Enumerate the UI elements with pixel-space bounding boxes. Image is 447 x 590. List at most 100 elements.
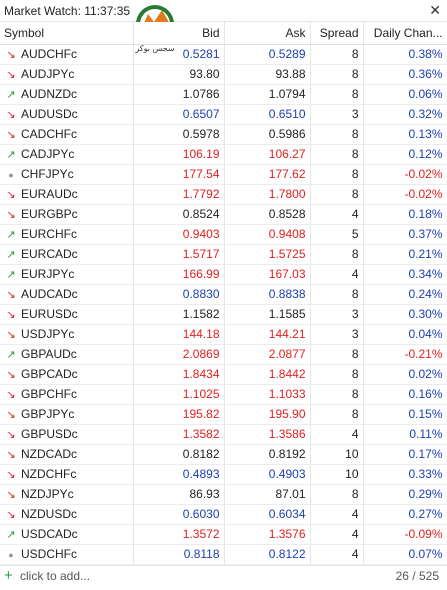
symbol-cell[interactable]: ↘ GBPUSDc <box>0 424 134 445</box>
symbol-cell[interactable]: ↘ AUDUSDc <box>0 104 134 125</box>
bid-cell: 0.5978 <box>133 124 225 145</box>
spread-cell: 8 <box>310 484 364 505</box>
symbol-cell[interactable]: ↗ GBPAUDc <box>0 344 134 365</box>
ask-cell: 167.03 <box>224 264 311 285</box>
table-row[interactable]: ↗ CADJPYc 106.19 106.27 8 0.12% <box>0 144 447 165</box>
symbol-cell[interactable]: ● CHFJPYc <box>0 164 134 185</box>
table-row[interactable]: ↗ EURJPYc 166.99 167.03 4 0.34% <box>0 264 447 285</box>
daily-change-cell: -0.21% <box>363 344 447 365</box>
symbol-cell[interactable]: ↘ EURGBPc <box>0 204 134 225</box>
ask-cell: 1.7800 <box>224 184 311 205</box>
column-header-ask[interactable]: Ask <box>224 22 311 45</box>
symbol-name: AUDJPYc <box>21 67 75 81</box>
table-row[interactable]: ↘ AUDCHFc 0.5281 0.5289 8 0.38% <box>0 44 447 65</box>
table-row[interactable]: ↘ NZDCHFc 0.4893 0.4903 10 0.33% <box>0 464 447 485</box>
bid-cell: 1.1582 <box>133 304 225 325</box>
bid-cell: 144.18 <box>133 324 225 345</box>
symbol-cell[interactable]: ↘ NZDJPYc <box>0 484 134 505</box>
symbol-cell[interactable]: ↘ GBPCADc <box>0 364 134 385</box>
table-row[interactable]: ↘ NZDJPYc 86.93 87.01 8 0.29% <box>0 484 447 505</box>
arrow-up-right-icon: ↗ <box>6 149 16 161</box>
arrow-down-right-icon: ↘ <box>6 69 16 81</box>
arrow-down-right-icon: ↘ <box>6 49 16 61</box>
table-row[interactable]: ↘ EURGBPc 0.8524 0.8528 4 0.18% <box>0 204 447 225</box>
spread-cell: 8 <box>310 344 364 365</box>
click-to-add-link[interactable]: click to add... <box>20 569 90 583</box>
table-row[interactable]: ↘ AUDJPYc 93.80 93.88 8 0.36% <box>0 64 447 85</box>
table-row[interactable]: ↗ AUDNZDc 1.0786 1.0794 8 0.06% <box>0 84 447 105</box>
arrow-down-right-icon: ↘ <box>6 469 16 481</box>
symbol-cell[interactable]: ↗ AUDNZDc <box>0 84 134 105</box>
symbol-cell[interactable]: ↘ AUDCADc <box>0 284 134 305</box>
table-row[interactable]: ↗ EURCADc 1.5717 1.5725 8 0.21% <box>0 244 447 265</box>
table-row[interactable]: ↘ CADCHFc 0.5978 0.5986 8 0.13% <box>0 124 447 145</box>
bid-cell: 0.9403 <box>133 224 225 245</box>
daily-change-cell: 0.13% <box>363 124 447 145</box>
arrow-down-right-icon: ↘ <box>6 409 16 421</box>
symbol-count: 26 / 525 <box>395 569 439 583</box>
arrow-up-right-icon: ↗ <box>6 269 16 281</box>
table-row[interactable]: ↗ GBPAUDc 2.0869 2.0877 8 -0.21% <box>0 344 447 365</box>
bid-cell: 1.5717 <box>133 244 225 265</box>
symbol-name: USDCHFc <box>21 547 77 561</box>
ask-cell: 0.8528 <box>224 204 311 225</box>
symbol-cell[interactable]: ↘ NZDCHFc <box>0 464 134 485</box>
table-row[interactable]: ↘ USDJPYc 144.18 144.21 3 0.04% <box>0 324 447 345</box>
symbol-cell[interactable]: ↘ GBPCHFc <box>0 384 134 405</box>
table-row[interactable]: ↘ GBPUSDc 1.3582 1.3586 4 0.11% <box>0 424 447 445</box>
table-row[interactable]: ↘ AUDUSDc 0.6507 0.6510 3 0.32% <box>0 104 447 125</box>
table-row[interactable]: ↘ EURAUDc 1.7792 1.7800 8 -0.02% <box>0 184 447 205</box>
table-row[interactable]: ● USDCHFc 0.8118 0.8122 4 0.07% <box>0 544 447 565</box>
column-header-symbol[interactable]: Symbol <box>0 22 134 45</box>
daily-change-cell: 0.16% <box>363 384 447 405</box>
column-header-spread[interactable]: Spread <box>310 22 364 45</box>
symbol-cell[interactable]: ↗ CADJPYc <box>0 144 134 165</box>
ask-cell: 1.1033 <box>224 384 311 405</box>
symbol-cell[interactable]: ● USDCHFc <box>0 544 134 565</box>
table-row[interactable]: ↘ EURUSDc 1.1582 1.1585 3 0.30% <box>0 304 447 325</box>
symbol-name: GBPCADc <box>21 367 78 381</box>
table-row[interactable]: ↘ NZDCADc 0.8182 0.8192 10 0.17% <box>0 444 447 465</box>
symbol-cell[interactable]: ↘ CADCHFc <box>0 124 134 145</box>
spread-cell: 8 <box>310 124 364 145</box>
symbol-cell[interactable]: ↘ AUDJPYc <box>0 64 134 85</box>
symbol-cell[interactable]: ↘ USDJPYc <box>0 324 134 345</box>
spread-cell: 4 <box>310 424 364 445</box>
daily-change-cell: 0.30% <box>363 304 447 325</box>
ask-cell: 0.4903 <box>224 464 311 485</box>
symbol-cell[interactable]: ↘ EURAUDc <box>0 184 134 205</box>
table-row[interactable]: ● CHFJPYc 177.54 177.62 8 -0.02% <box>0 164 447 185</box>
symbol-name: AUDUSDc <box>21 107 78 121</box>
column-header-bid[interactable]: Bid <box>133 22 225 45</box>
daily-change-cell: -0.02% <box>363 164 447 185</box>
symbol-cell[interactable]: ↗ EURCADc <box>0 244 134 265</box>
table-row[interactable]: ↘ NZDUSDc 0.6030 0.6034 4 0.27% <box>0 504 447 525</box>
symbol-name: EURAUDc <box>21 187 78 201</box>
symbol-cell[interactable]: ↘ NZDUSDc <box>0 504 134 525</box>
symbol-cell[interactable]: ↘ GBPJPYc <box>0 404 134 425</box>
table-row[interactable]: ↗ EURCHFc 0.9403 0.9408 5 0.37% <box>0 224 447 245</box>
ask-cell: 0.8838 <box>224 284 311 305</box>
symbol-cell[interactable]: ↗ USDCADc <box>0 524 134 545</box>
symbol-name: NZDCHFc <box>21 467 77 481</box>
table-row[interactable]: ↗ USDCADc 1.3572 1.3576 4 -0.09% <box>0 524 447 545</box>
add-symbol-icon[interactable]: + <box>4 567 13 584</box>
table-row[interactable]: ↘ GBPCHFc 1.1025 1.1033 8 0.16% <box>0 384 447 405</box>
arrow-up-right-icon: ↗ <box>6 249 16 261</box>
spread-cell: 8 <box>310 184 364 205</box>
bid-cell: 106.19 <box>133 144 225 165</box>
table-row[interactable]: ↘ AUDCADc 0.8830 0.8838 8 0.24% <box>0 284 447 305</box>
symbol-cell[interactable]: ↘ AUDCHFc <box>0 44 134 65</box>
table-row[interactable]: ↘ GBPJPYc 195.82 195.90 8 0.15% <box>0 404 447 425</box>
symbol-cell[interactable]: ↗ EURCHFc <box>0 224 134 245</box>
symbol-cell[interactable]: ↘ EURUSDc <box>0 304 134 325</box>
column-header-daily-change[interactable]: Daily Chan... <box>363 22 447 45</box>
symbol-cell[interactable]: ↗ EURJPYc <box>0 264 134 285</box>
table-row[interactable]: ↘ GBPCADc 1.8434 1.8442 8 0.02% <box>0 364 447 385</box>
ask-cell: 93.88 <box>224 64 311 85</box>
daily-change-cell: 0.29% <box>363 484 447 505</box>
arrow-down-right-icon: ↘ <box>6 389 16 401</box>
close-icon[interactable]: ✕ <box>429 2 441 19</box>
symbol-name: EURCADc <box>21 247 78 261</box>
symbol-cell[interactable]: ↘ NZDCADc <box>0 444 134 465</box>
